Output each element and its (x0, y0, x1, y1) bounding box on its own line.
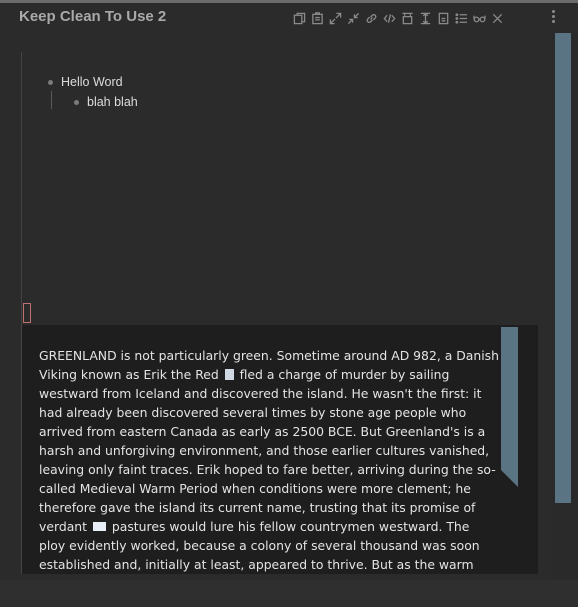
close-icon[interactable] (490, 11, 505, 26)
outline-list: Hello Word blah blah (48, 72, 138, 112)
empty-block-cursor[interactable] (23, 303, 31, 323)
align-top-icon[interactable] (400, 11, 415, 26)
text-cursor-icon[interactable] (418, 11, 433, 26)
more-options-icon[interactable] (552, 10, 556, 26)
list-icon[interactable] (454, 11, 469, 26)
glasses-icon[interactable] (472, 11, 487, 26)
book-emoji-icon (92, 522, 106, 531)
right-panel-scrollbar[interactable] (555, 33, 571, 503)
bottom-bar (0, 580, 578, 607)
text-block-scrollbar-end (501, 470, 518, 487)
code-icon[interactable] (382, 11, 397, 26)
embedded-text-block[interactable]: GREENLAND is not particularly green. Som… (22, 325, 538, 574)
text-block-content: GREENLAND is not particularly green. Som… (39, 346, 499, 574)
bullet-icon[interactable] (48, 79, 53, 85)
expand-icon[interactable] (328, 11, 343, 26)
collapse-icon[interactable] (346, 11, 361, 26)
list-item-child[interactable]: blah blah (74, 92, 138, 112)
copy-icon[interactable] (292, 11, 307, 26)
align-bottom-icon[interactable] (436, 11, 451, 26)
list-item[interactable]: Hello Word (48, 72, 138, 92)
note-toolbar (292, 9, 505, 27)
text-segment-2: fled a charge of murder by sailing westw… (39, 367, 496, 534)
note-title: Keep Clean To Use 2 (19, 8, 167, 25)
list-item-label: blah blah (87, 95, 138, 109)
bullet-icon[interactable] (74, 99, 79, 105)
list-item-label: Hello Word (61, 75, 123, 89)
scroll-emoji-icon (224, 369, 234, 380)
text-block-scrollbar[interactable] (501, 327, 518, 487)
indent-guide (51, 91, 52, 109)
note-header: Keep Clean To Use 2 (0, 3, 578, 33)
link-icon[interactable] (364, 11, 379, 26)
paste-icon[interactable] (310, 11, 325, 26)
